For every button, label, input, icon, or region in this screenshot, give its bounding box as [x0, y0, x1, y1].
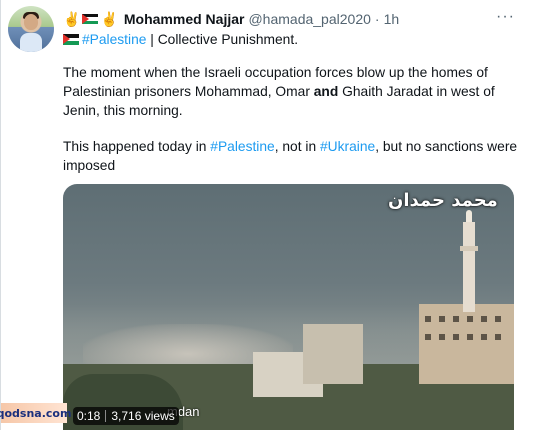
author-handle[interactable]: @hamada_pal2020	[248, 11, 370, 27]
hashtag-ukraine-link[interactable]: #Ukraine	[320, 139, 375, 154]
video-minaret	[463, 222, 475, 312]
peace-hand-icon: ✌	[63, 10, 81, 27]
author-avatar[interactable]	[8, 6, 54, 52]
video-time-badge: 0:18 3,716 views	[73, 407, 179, 425]
header-separator: ·	[374, 11, 380, 27]
video-window	[425, 316, 431, 322]
tweet-paragraph-1: The moment when the Israeli occupation f…	[63, 63, 521, 120]
video-window	[467, 316, 473, 322]
paragraph2-text-b: , not in	[274, 139, 320, 154]
video-elapsed-time: 0:18	[77, 409, 101, 423]
video-minaret-band	[460, 246, 478, 251]
hashtag-palestine-link-2[interactable]: #Palestine	[210, 139, 274, 154]
badge-divider	[105, 410, 107, 422]
palestine-flag-icon	[82, 13, 99, 25]
video-window	[481, 316, 487, 322]
tweet-line1-text: | Collective Punishment.	[146, 32, 299, 47]
video-view-count: 3,716 views	[111, 409, 175, 423]
author-display-name[interactable]: Mohammed Najjar	[124, 11, 245, 27]
tweet-header: ✌ ✌ Mohammed Najjar @hamada_pal2020 · 1h	[63, 10, 399, 28]
video-window	[453, 334, 459, 340]
peace-hand-icon-2: ✌	[100, 10, 118, 27]
video-player[interactable]: محمد حمدان mdan	[63, 184, 514, 430]
video-window	[467, 334, 473, 340]
video-building	[303, 324, 363, 384]
tweet-text-line1: #Palestine | Collective Punishment.	[63, 30, 298, 49]
paragraph1-bold-text: and	[313, 84, 339, 99]
paragraph2-text-a: This happened today in	[63, 139, 211, 154]
video-window	[481, 334, 487, 340]
avatar-head	[24, 14, 38, 30]
more-options-icon[interactable]: ···	[496, 8, 515, 26]
video-window	[453, 316, 459, 322]
hashtag-palestine-link[interactable]: #Palestine	[82, 30, 146, 49]
tweet-card[interactable]: ✌ ✌ Mohammed Najjar @hamada_pal2020 · 1h…	[0, 0, 536, 430]
video-overlay-name: محمد حمدان	[388, 190, 498, 211]
tweet-timestamp[interactable]: 1h	[384, 11, 400, 27]
video-window	[439, 334, 445, 340]
palestine-flag-icon-inline	[63, 34, 79, 45]
video-window	[425, 334, 431, 340]
video-window	[439, 316, 445, 322]
tweet-paragraph-2: This happened today in #Palestine, not i…	[63, 137, 521, 175]
video-window	[495, 316, 501, 322]
site-watermark: qodsna.com	[0, 403, 71, 423]
video-window	[495, 334, 501, 340]
avatar-shirt	[20, 33, 42, 52]
